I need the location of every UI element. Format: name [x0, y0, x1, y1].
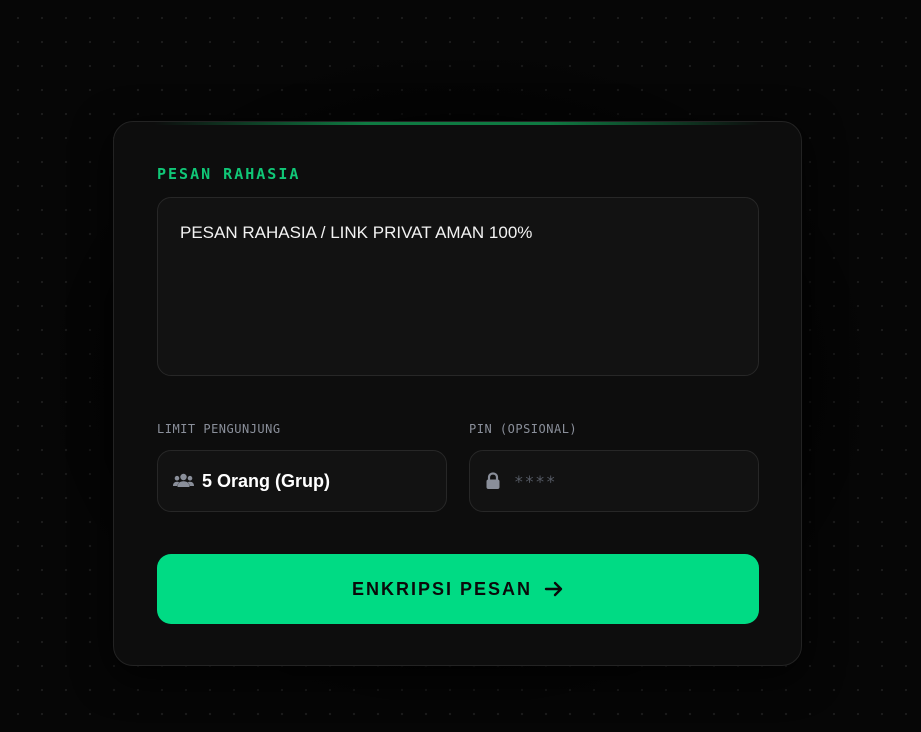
lock-icon	[485, 471, 507, 491]
pin-field[interactable]	[469, 450, 759, 512]
pin-input[interactable]	[514, 471, 734, 491]
visitor-limit-select[interactable]: 5 Orang (Grup)	[157, 450, 447, 512]
pin-label: PIN (OPSIONAL)	[469, 422, 578, 436]
card-accent-line	[154, 122, 761, 125]
message-label: PESAN RAHASIA	[157, 165, 301, 183]
arrow-right-icon	[544, 580, 564, 598]
encrypt-button-label: ENKRIPSI PESAN	[351, 578, 533, 599]
message-textarea[interactable]	[157, 197, 759, 376]
users-icon	[173, 471, 195, 491]
encrypt-form-card: PESAN RAHASIA LIMIT PENGUNJUNG PIN (OPSI…	[113, 121, 802, 666]
encrypt-message-button[interactable]: ENKRIPSI PESAN	[157, 554, 759, 624]
visitor-limit-value: 5 Orang (Grup)	[202, 470, 331, 491]
visitor-limit-label: LIMIT PENGUNJUNG	[157, 422, 281, 436]
